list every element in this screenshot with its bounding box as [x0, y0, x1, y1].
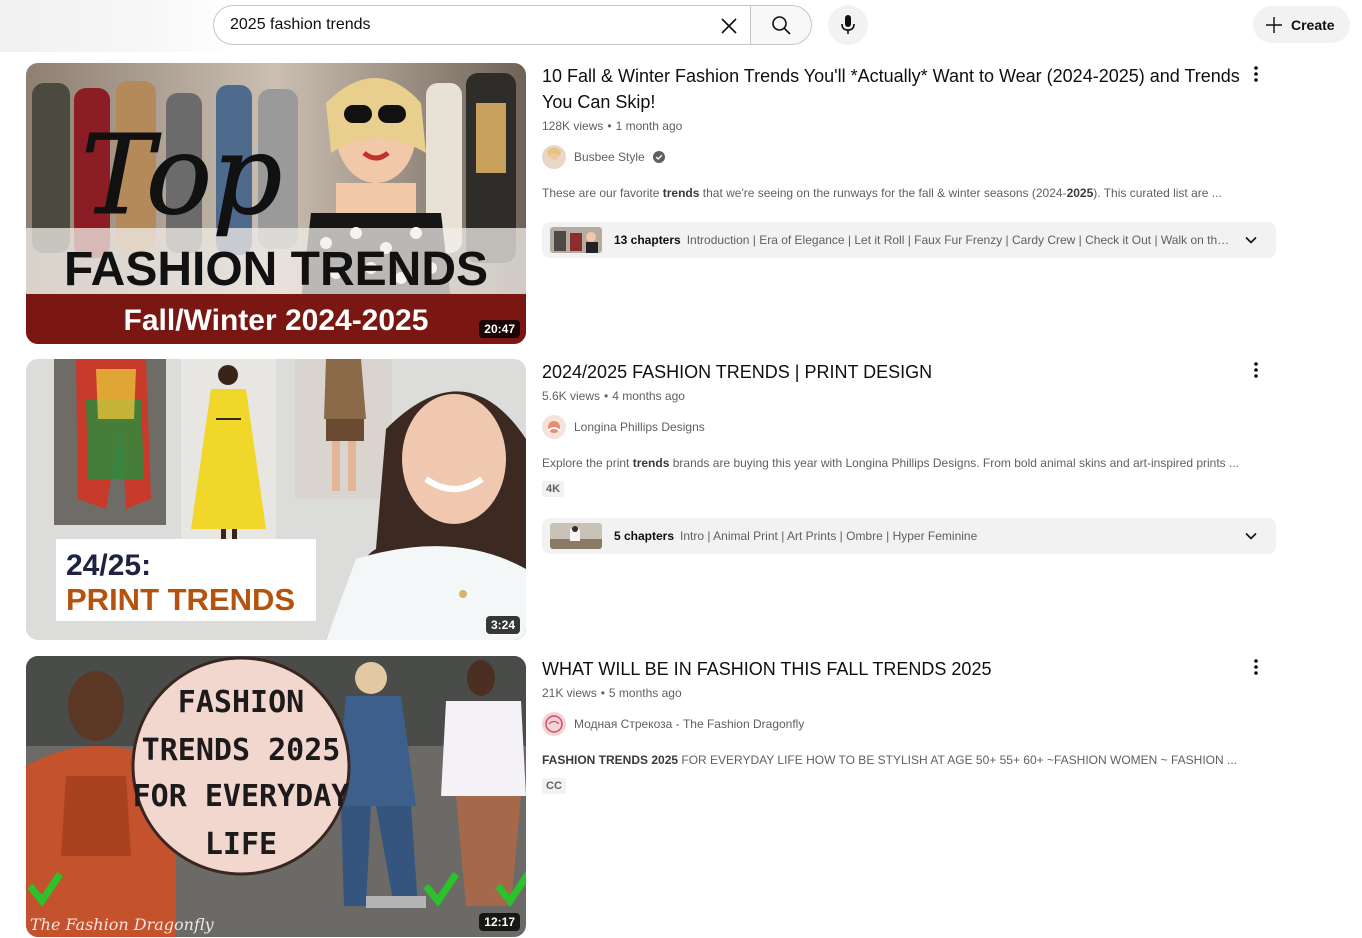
- description-highlight: FASHION TRENDS 2025: [542, 753, 679, 767]
- description-highlight: trends: [632, 456, 670, 470]
- channel-row[interactable]: Busbee Style: [542, 145, 1262, 169]
- description-text: FOR EVERYDAY LIFE HOW TO BE STYLISH AT A…: [678, 753, 1238, 767]
- video-result: 24/25: PRINT TRENDS 3:24 2024/2025 FASHI…: [26, 359, 1286, 640]
- top-bar: 2025 fashion trends Create: [0, 0, 1362, 52]
- thumbnail-script-text: Top: [81, 111, 282, 239]
- thumbnail-image: FASHION TRENDS 2025 FOR EVERYDAY LIFE Th…: [26, 656, 526, 937]
- search-input[interactable]: 2025 fashion trends: [213, 5, 751, 45]
- avatar[interactable]: [542, 415, 566, 439]
- view-count: 21K views: [542, 686, 597, 700]
- channel-row[interactable]: Модная Стрекоза - The Fashion Dragonfly: [542, 712, 1262, 736]
- video-title[interactable]: 2024/2025 FASHION TRENDS | PRINT DESIGN: [542, 359, 1262, 385]
- video-description: These are our favorite trends that we're…: [542, 186, 1262, 200]
- thumbnail-circle-line4: LIFE: [205, 827, 277, 862]
- video-title[interactable]: 10 Fall & Winter Fashion Trends You'll *…: [542, 63, 1262, 115]
- video-meta: 21K views • 5 months ago: [542, 686, 682, 700]
- video-info: 2024/2025 FASHION TRENDS | PRINT DESIGN …: [542, 359, 1262, 497]
- upload-age: 5 months ago: [608, 686, 682, 700]
- avatar[interactable]: [542, 712, 566, 736]
- chevron-down-icon[interactable]: [1244, 529, 1258, 543]
- microphone-icon: [841, 15, 855, 34]
- video-thumbnail[interactable]: Top FASHION TRENDS Fall/Winter 2024-2025…: [26, 63, 526, 344]
- more-actions-button[interactable]: [1246, 656, 1266, 678]
- more-vert-icon: [1254, 66, 1258, 82]
- thumbnail-circle-line3: FOR EVERYDAY: [133, 779, 350, 814]
- close-icon: [721, 18, 737, 34]
- video-thumbnail[interactable]: FASHION TRENDS 2025 FOR EVERYDAY LIFE Th…: [26, 656, 526, 937]
- plus-icon: [1266, 16, 1282, 33]
- description-text: These are our favorite: [542, 186, 663, 200]
- verified-icon: [652, 151, 665, 163]
- thumbnail-image: 24/25: PRINT TRENDS: [26, 359, 526, 640]
- description-text: ). This curated list are ...: [1093, 186, 1222, 200]
- video-description: Explore the print trends brands are buyi…: [542, 456, 1262, 470]
- video-meta: 128K views • 1 month ago: [542, 119, 683, 133]
- channel-name[interactable]: Longina Phillips Designs: [574, 420, 705, 434]
- video-meta: 5.6K views • 4 months ago: [542, 389, 685, 403]
- thumbnail-image: Top FASHION TRENDS Fall/Winter 2024-2025: [26, 63, 526, 344]
- video-description: FASHION TRENDS 2025 FOR EVERYDAY LIFE HO…: [542, 753, 1262, 767]
- chapters-bar[interactable]: 13 chapters Introduction | Era of Elegan…: [542, 222, 1276, 258]
- description-highlight: trends: [662, 186, 700, 200]
- description-highlight: 2025: [1066, 186, 1094, 200]
- chapter-count: 13 chapters: [614, 233, 681, 247]
- more-actions-button[interactable]: [1246, 359, 1266, 381]
- duration-badge: 12:17: [479, 913, 520, 931]
- chevron-down-icon[interactable]: [1244, 233, 1258, 247]
- thumbnail-circle-line2: TRENDS 2025: [142, 733, 341, 768]
- thumbnail-circle-line1: FASHION: [178, 685, 304, 720]
- upload-age: 4 months ago: [612, 389, 685, 403]
- upload-age: 1 month ago: [615, 119, 683, 133]
- avatar[interactable]: [542, 145, 566, 169]
- video-result: FASHION TRENDS 2025 FOR EVERYDAY LIFE Th…: [26, 656, 1286, 937]
- thumbnail-headline-text: FASHION TRENDS: [64, 243, 488, 296]
- thumbnail-banner-text: Fall/Winter 2024-2025: [124, 304, 429, 337]
- more-actions-button[interactable]: [1246, 63, 1266, 85]
- search-query-text[interactable]: 2025 fashion trends: [214, 16, 751, 34]
- chapters-bar[interactable]: 5 chapters Intro | Animal Print | Art Pr…: [542, 518, 1276, 554]
- captions-badge: CC: [542, 778, 566, 794]
- thumbnail-title-line1: 24/25:: [66, 549, 151, 582]
- more-vert-icon: [1254, 659, 1258, 675]
- view-count: 128K views: [542, 119, 604, 133]
- channel-row[interactable]: Longina Phillips Designs: [542, 415, 1262, 439]
- search-icon: [772, 16, 791, 35]
- create-button-label: Create: [1291, 16, 1335, 33]
- chapter-list: Intro | Animal Print | Art Prints | Ombr…: [680, 529, 978, 543]
- video-info: WHAT WILL BE IN FASHION THIS FALL TRENDS…: [542, 656, 1262, 794]
- voice-search-button[interactable]: [828, 5, 868, 45]
- chapter-thumbnail: [550, 523, 602, 549]
- channel-name[interactable]: Busbee Style: [574, 150, 645, 164]
- header-left-area: [0, 0, 240, 52]
- view-count: 5.6K views: [542, 389, 601, 403]
- description-text: that we're seeing on the runways for the…: [699, 186, 1067, 200]
- more-vert-icon: [1254, 362, 1258, 378]
- search-button[interactable]: [750, 5, 812, 45]
- chapter-thumbnail: [550, 227, 602, 253]
- quality-badge: 4K: [542, 481, 565, 497]
- description-text: Explore the print: [542, 456, 633, 470]
- duration-badge: 20:47: [479, 320, 520, 338]
- channel-name[interactable]: Модная Стрекоза - The Fashion Dragonfly: [574, 717, 804, 731]
- chapter-list: Introduction | Era of Elegance | Let it …: [686, 233, 1235, 247]
- thumbnail-watermark: The Fashion Dragonfly: [30, 915, 215, 934]
- video-info: 10 Fall & Winter Fashion Trends You'll *…: [542, 63, 1262, 200]
- clear-search-button[interactable]: [713, 10, 745, 42]
- chapter-count: 5 chapters: [614, 529, 675, 543]
- video-result: Top FASHION TRENDS Fall/Winter 2024-2025…: [26, 63, 1286, 344]
- description-text: brands are buying this year with Longina…: [669, 456, 1240, 470]
- thumbnail-title-line2: PRINT TRENDS: [66, 582, 295, 617]
- create-button[interactable]: Create: [1253, 6, 1350, 43]
- video-title[interactable]: WHAT WILL BE IN FASHION THIS FALL TRENDS…: [542, 656, 1262, 682]
- duration-badge: 3:24: [485, 616, 520, 634]
- video-thumbnail[interactable]: 24/25: PRINT TRENDS 3:24: [26, 359, 526, 640]
